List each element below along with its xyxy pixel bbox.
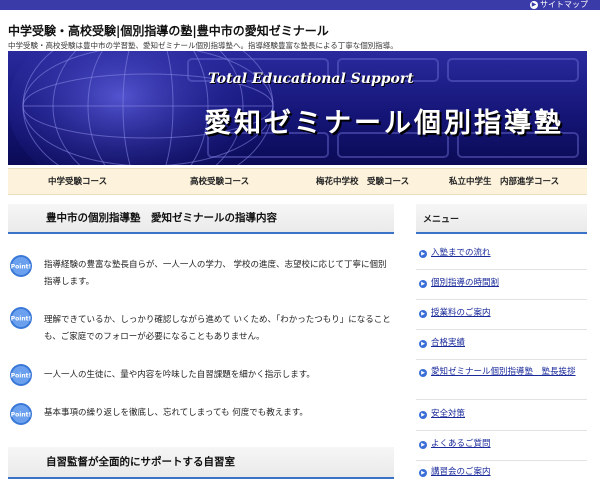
- hero-banner: Total Educational Support 愛知ゼミナール個別指導塾: [8, 51, 587, 165]
- chevron-right-icon: ▶: [419, 340, 427, 348]
- sidebar-item-label: よくあるご質問: [431, 439, 491, 449]
- sidebar-item-faq[interactable]: ▶ よくあるご質問: [416, 438, 587, 461]
- sidebar-item-seasonal-courses[interactable]: ▶ 講習会のご案内: [416, 466, 587, 479]
- point-text-2: 理解できているか、しっかり確認しながら進めて いくため、「わかったつもり」になる…: [44, 315, 391, 342]
- sidebar-item-label: 愛知ゼミナール個別指導塾 塾長挨拶: [431, 367, 576, 377]
- point-badge-icon: Point!: [10, 364, 32, 386]
- nav-item-internal-advance[interactable]: 私立中学生 内部進学コース: [449, 169, 559, 196]
- course-nav: 中学受験コース 高校受験コース 梅花中学校 受験コース 私立中学生 内部進学コー…: [8, 168, 587, 195]
- chevron-right-icon: ▶: [419, 469, 427, 477]
- study-room-heading-text: 自習監督が全面的にサポートする自習室: [46, 456, 235, 468]
- point-badge-text: Point!: [11, 412, 31, 419]
- point-badge-icon: Point!: [10, 307, 32, 329]
- sitemap-label: サイトマップ: [540, 0, 588, 9]
- banner-subtitle: Total Educational Support: [208, 71, 414, 87]
- chevron-right-icon: ▶: [419, 310, 427, 318]
- sidebar-item-label: 合格実績: [431, 338, 466, 348]
- sidebar-item-tuition[interactable]: ▶ 授業料のご案内: [416, 307, 587, 330]
- point-badge-text: Point!: [11, 264, 31, 271]
- main-section-heading: 豊中市の個別指導塾 愛知ゼミナールの指導内容: [8, 204, 394, 234]
- point-badge-text: Point!: [11, 316, 31, 323]
- sidebar-menu: メニュー ▶ 入塾までの流れ ▶ 個別指導の時間割 ▶ 授業料のご案内 ▶ 合格…: [416, 204, 587, 479]
- sidebar-item-label: 安全対策: [431, 409, 466, 419]
- chevron-right-icon: ▶: [419, 280, 427, 288]
- sidebar-item-label: 授業料のご案内: [431, 308, 491, 318]
- chevron-right-icon: ▶: [419, 369, 427, 377]
- sidebar-item-label: 入塾までの流れ: [431, 248, 491, 258]
- nav-item-baika-exam[interactable]: 梅花中学校 受験コース: [316, 169, 409, 196]
- point-badge-icon: Point!: [10, 255, 32, 277]
- menu-heading-text: メニュー: [423, 215, 460, 225]
- chevron-right-icon: ▶: [419, 250, 427, 258]
- sidebar-item-results[interactable]: ▶ 合格実績: [416, 337, 587, 360]
- menu-heading: メニュー: [416, 204, 587, 234]
- site-description: 中学受験・高校受験は豊中市の学習塾、愛知ゼミナール個別指導塾へ。指導経験豊富な塾…: [8, 41, 398, 50]
- point-text-1: 指導経験の豊富な塾長自らが、一人一人の学力、 学校の進度、志望校に応じて丁寧に個…: [44, 260, 387, 287]
- sidebar-item-timetable[interactable]: ▶ 個別指導の時間割: [416, 277, 587, 300]
- sidebar-item-safety[interactable]: ▶ 安全対策: [416, 408, 587, 431]
- point-badge-text: Point!: [11, 373, 31, 380]
- point-badge-icon: Point!: [10, 403, 32, 425]
- sitemap-link[interactable]: ▶ サイトマップ: [530, 0, 588, 10]
- arrow-right-icon: ▶: [530, 1, 538, 9]
- main-heading-text: 豊中市の個別指導塾 愛知ゼミナールの指導内容: [46, 212, 277, 224]
- top-bar: [0, 0, 600, 10]
- sidebar-item-greeting[interactable]: ▶ 愛知ゼミナール個別指導塾 塾長挨拶: [416, 366, 587, 400]
- site-title: 中学受験・高校受験|個別指導の塾|豊中市の愛知ゼミナール: [8, 24, 329, 38]
- chevron-right-icon: ▶: [419, 441, 427, 449]
- sidebar-item-label: 講習会のご案内: [431, 467, 491, 477]
- sidebar-item-label: 個別指導の時間割: [431, 278, 500, 288]
- nav-item-junior-high-exam[interactable]: 中学受験コース: [48, 169, 107, 196]
- nav-item-high-school-exam[interactable]: 高校受験コース: [190, 169, 249, 196]
- chevron-right-icon: ▶: [419, 411, 427, 419]
- point-text-4: 基本事項の繰り返しを徹底し、忘れてしまっても 何度でも教えます。: [44, 408, 308, 418]
- banner-title: 愛知ゼミナール個別指導塾: [204, 108, 564, 139]
- sidebar-item-enrollment-flow[interactable]: ▶ 入塾までの流れ: [416, 247, 587, 270]
- point-text-3: 一人一人の生徒に、量や内容を吟味した自習課題を細かく指示します。: [44, 370, 315, 380]
- study-room-heading: 自習監督が全面的にサポートする自習室: [8, 447, 394, 479]
